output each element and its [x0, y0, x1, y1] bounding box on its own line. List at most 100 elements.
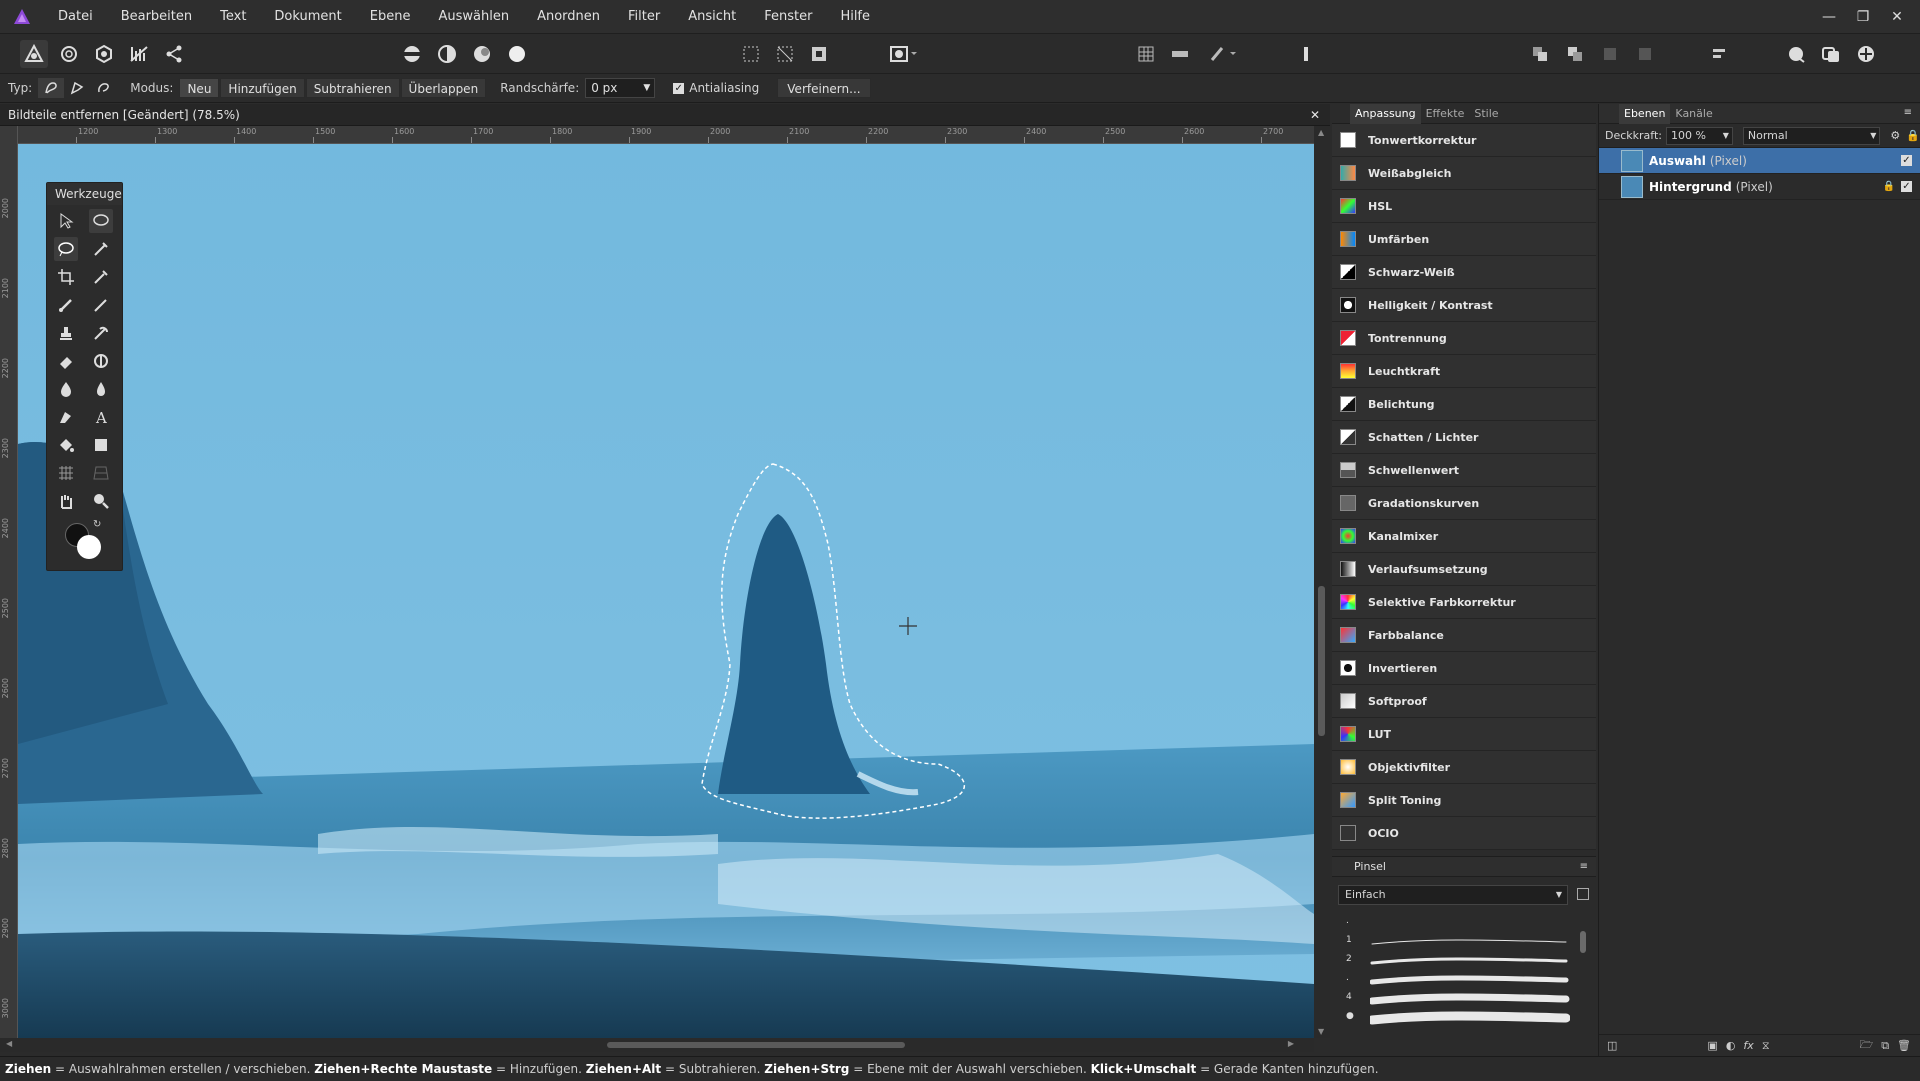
- menu-6[interactable]: Anordnen: [523, 0, 614, 33]
- arrange-back-icon[interactable]: [1526, 40, 1554, 68]
- vertical-scrollbar[interactable]: ▲ ▼: [1314, 126, 1330, 1038]
- tab-kanäle[interactable]: Kanäle: [1670, 107, 1717, 120]
- rectangle-tool-icon[interactable]: [89, 433, 113, 457]
- auto-colors-icon[interactable]: [468, 40, 496, 68]
- arrange-front-icon[interactable]: [1596, 40, 1624, 68]
- marquee-tool-icon[interactable]: [89, 209, 113, 233]
- brush-preset[interactable]: ●: [1344, 1008, 1574, 1027]
- menu-1[interactable]: Bearbeiten: [107, 0, 206, 33]
- brush-preset[interactable]: 2: [1344, 951, 1574, 970]
- layer-visibility-checkbox[interactable]: ✓: [1901, 181, 1912, 192]
- scroll-right-icon[interactable]: ▶: [1288, 1039, 1294, 1048]
- preferences-icon[interactable]: [1817, 40, 1845, 68]
- document-tab[interactable]: Bildteile entfernen [Geändert] (78.5%) ✕: [0, 104, 1330, 126]
- select-all-icon[interactable]: [737, 40, 765, 68]
- scroll-down-icon[interactable]: ▼: [1318, 1027, 1324, 1036]
- smudge-tool-icon[interactable]: [89, 321, 113, 345]
- blur-tool-icon[interactable]: [89, 377, 113, 401]
- brush-preset[interactable]: .: [1344, 970, 1574, 989]
- auto-contrast-icon[interactable]: [433, 40, 461, 68]
- align-icon[interactable]: [1706, 40, 1734, 68]
- menu-3[interactable]: Dokument: [260, 0, 355, 33]
- lock-icon[interactable]: 🔒: [1883, 181, 1895, 192]
- panel-menu-icon[interactable]: ≡: [1580, 861, 1588, 872]
- brush-panel-options-icon[interactable]: [1577, 888, 1589, 900]
- adjustment-item[interactable]: LUT: [1332, 718, 1596, 751]
- horizontal-scroll-thumb[interactable]: [607, 1042, 905, 1048]
- document-canvas[interactable]: [18, 144, 1314, 1038]
- adjustment-item[interactable]: Tontrennung: [1332, 322, 1596, 355]
- live-filter-icon[interactable]: ⧖: [1762, 1039, 1770, 1053]
- auto-white-balance-icon[interactable]: [503, 40, 531, 68]
- snapping-grid-icon[interactable]: [1132, 40, 1160, 68]
- menu-10[interactable]: Hilfe: [826, 0, 884, 33]
- mesh-warp-tool-icon[interactable]: [54, 461, 78, 485]
- tone-mapping-persona-icon[interactable]: [125, 40, 153, 68]
- freehand-lasso-icon[interactable]: [38, 78, 65, 98]
- auto-levels-icon[interactable]: [398, 40, 426, 68]
- horizontal-scrollbar[interactable]: ◀ ▶: [0, 1038, 1314, 1052]
- adjustment-item[interactable]: Leuchtkraft: [1332, 355, 1596, 388]
- adjustment-item[interactable]: Schwarz-Weiß: [1332, 256, 1596, 289]
- adjustment-item[interactable]: OCIO: [1332, 817, 1596, 850]
- brush-category-select[interactable]: Einfach ▼: [1338, 885, 1568, 905]
- magnetic-lasso-icon[interactable]: [90, 78, 116, 98]
- hand-tool-icon[interactable]: [54, 489, 78, 513]
- adjustment-item[interactable]: Softproof: [1332, 685, 1596, 718]
- menu-8[interactable]: Ansicht: [674, 0, 750, 33]
- vertical-scroll-thumb[interactable]: [1318, 586, 1325, 736]
- info-icon[interactable]: [1292, 40, 1320, 68]
- quick-mask-icon[interactable]: [883, 40, 923, 68]
- feather-field[interactable]: 0 px ▼: [585, 78, 656, 98]
- adjustment-item[interactable]: Belichtung: [1332, 388, 1596, 421]
- pen-tool-icon[interactable]: [54, 405, 78, 429]
- add-layer-icon[interactable]: ⧉: [1881, 1039, 1889, 1053]
- tab-stile[interactable]: Stile: [1469, 107, 1503, 120]
- adjustment-item[interactable]: Schatten / Lichter: [1332, 421, 1596, 454]
- restore-icon[interactable]: ❐: [1846, 9, 1880, 25]
- antialias-checkbox[interactable]: ✓ Antialiasing: [673, 81, 759, 95]
- tab-effekte[interactable]: Effekte: [1421, 107, 1470, 120]
- brush-preset[interactable]: .: [1344, 913, 1574, 932]
- tab-ebenen[interactable]: Ebenen: [1619, 103, 1671, 124]
- lock-icon[interactable]: 🔒: [1906, 129, 1920, 142]
- blend-mode-select[interactable]: Normal ▼: [1742, 126, 1881, 145]
- swap-colors-icon[interactable]: ↻: [93, 519, 101, 530]
- menu-7[interactable]: Filter: [614, 0, 674, 33]
- menu-2[interactable]: Text: [206, 0, 260, 33]
- help-icon[interactable]: [1852, 40, 1880, 68]
- secondary-color-swatch[interactable]: [77, 535, 101, 559]
- mask-layer-icon[interactable]: ▣: [1707, 1039, 1717, 1052]
- minimize-icon[interactable]: —: [1812, 9, 1846, 25]
- develop-persona-icon[interactable]: [90, 40, 118, 68]
- pixel-tool-icon[interactable]: [89, 293, 113, 317]
- snapping-icon[interactable]: [1166, 40, 1194, 68]
- adjustment-item[interactable]: Schwellenwert: [1332, 454, 1596, 487]
- deselect-icon[interactable]: [771, 40, 799, 68]
- adjustment-item[interactable]: HSL: [1332, 190, 1596, 223]
- adjustment-item[interactable]: Selektive Farbkorrektur: [1332, 586, 1596, 619]
- color-swatches[interactable]: ↻: [65, 519, 105, 563]
- liquify-persona-icon[interactable]: [55, 40, 83, 68]
- layer-type-icon[interactable]: ◫: [1607, 1039, 1617, 1052]
- mode-button-2[interactable]: Subtrahieren: [305, 78, 400, 98]
- arrange-forward-icon[interactable]: [1561, 40, 1589, 68]
- color-picker-tool-icon[interactable]: [89, 265, 113, 289]
- move-tool-icon[interactable]: [54, 209, 78, 233]
- close-window-icon[interactable]: ✕: [1880, 9, 1914, 25]
- burn-tool-icon[interactable]: [54, 377, 78, 401]
- mode-button-1[interactable]: Hinzufügen: [220, 78, 305, 98]
- healing-brush-tool-icon[interactable]: [89, 349, 113, 373]
- menu-4[interactable]: Ebene: [356, 0, 425, 33]
- layer-row[interactable]: Auswahl (Pixel) ✓: [1599, 148, 1920, 174]
- brush-preset[interactable]: 1: [1344, 932, 1574, 951]
- adjustment-item[interactable]: Tonwertkorrektur: [1332, 124, 1596, 157]
- panel-menu-icon[interactable]: ≡: [1904, 107, 1912, 118]
- adjustment-layer-icon[interactable]: ◐: [1726, 1039, 1736, 1052]
- brush-scrollbar[interactable]: [1580, 917, 1588, 1047]
- mode-button-0[interactable]: Neu: [179, 78, 220, 98]
- opacity-field[interactable]: 100 % ▼: [1666, 126, 1733, 145]
- adjustment-item[interactable]: Verlaufsumsetzung: [1332, 553, 1596, 586]
- close-document-icon[interactable]: ✕: [1310, 104, 1320, 126]
- menu-0[interactable]: Datei: [44, 0, 107, 33]
